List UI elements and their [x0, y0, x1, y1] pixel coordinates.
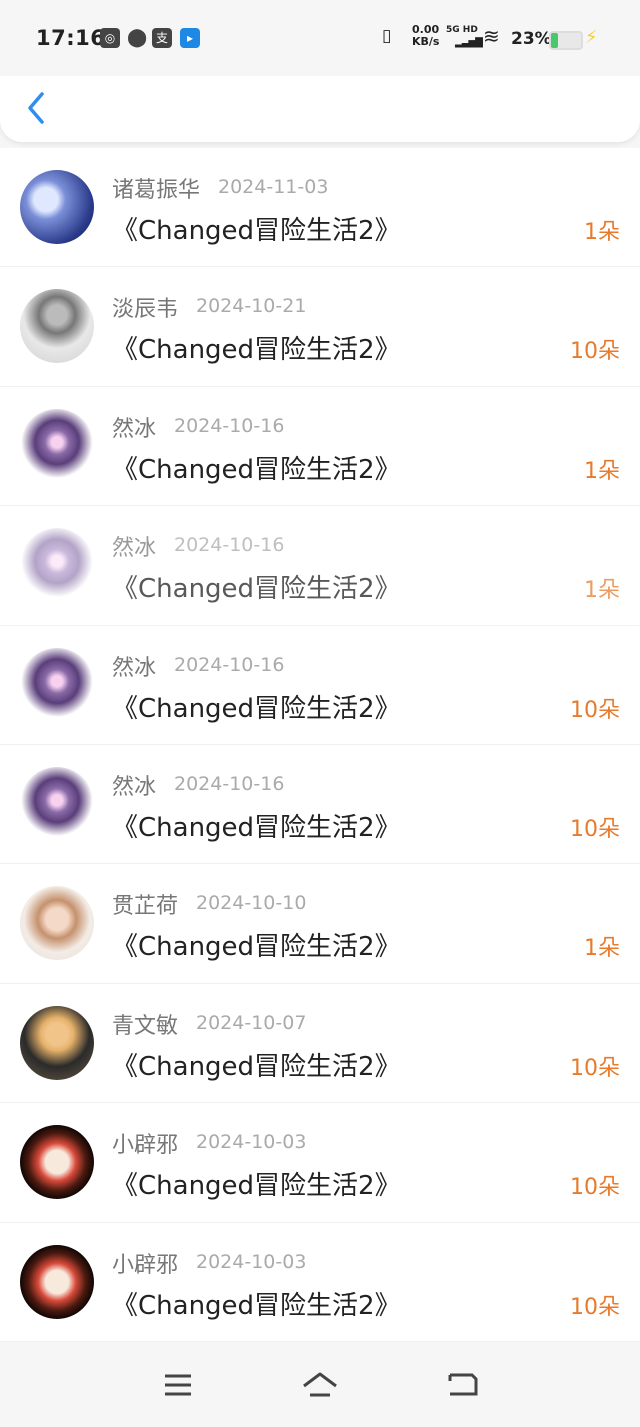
list-item[interactable]: 然冰 2024-10-16 《Changed冒险生活2》 1朵 [0, 506, 640, 626]
list-item[interactable]: 青文敏 2024-10-07 《Changed冒险生活2》 10朵 [0, 984, 640, 1104]
avatar[interactable] [20, 170, 94, 244]
gift-amount: 1朵 [584, 458, 620, 484]
user-name: 小辟邪 [112, 1133, 179, 1159]
home-icon [303, 1372, 337, 1397]
gift-amount: 1朵 [584, 578, 620, 604]
gift-date: 2024-10-03 [196, 1250, 307, 1273]
gift-amount: 10朵 [570, 816, 620, 842]
gift-amount: 10朵 [570, 339, 620, 365]
gift-date: 2024-10-03 [196, 1131, 307, 1154]
book-title: 《Changed冒险生活2》 [112, 693, 401, 724]
list-item[interactable]: 然冰 2024-10-16 《Changed冒险生活2》 10朵 [0, 626, 640, 745]
book-title: 《Changed冒险生活2》 [112, 216, 401, 246]
gift-amount: 1朵 [584, 220, 620, 245]
user-name: 诸葛振华 [112, 178, 201, 203]
list-item[interactable]: 然冰 2024-10-16 《Changed冒险生活2》 10朵 [0, 745, 640, 865]
list-item[interactable]: 淡辰韦 2024-10-21 《Changed冒险生活2》 10朵 [0, 267, 640, 387]
book-title: 《Changed冒险生活2》 [112, 1290, 401, 1321]
back-button[interactable] [22, 88, 50, 128]
book-title: 《Changed冒险生活2》 [112, 1171, 401, 1202]
list-item[interactable]: 小辟邪 2024-10-03 《Changed冒险生活2》 10朵 [0, 1223, 640, 1342]
gift-date: 2024-10-07 [196, 1011, 307, 1034]
avatar[interactable] [20, 289, 94, 364]
gift-date: 2024-10-21 [196, 295, 307, 318]
user-name: 淡辰韦 [112, 297, 179, 323]
book-title: 《Changed冒险生活2》 [112, 812, 401, 843]
vibrate-icon: ▯ [382, 26, 392, 46]
navigation-bar [0, 1342, 640, 1427]
alipay-icon: 支 [152, 28, 172, 48]
user-name: 然冰 [112, 536, 157, 562]
book-title: 《Changed冒险生活2》 [112, 454, 401, 485]
gift-date: 2024-11-03 [218, 176, 329, 198]
gift-date: 2024-10-16 [174, 653, 285, 676]
gift-amount: 10朵 [570, 1055, 620, 1081]
battery-fill [551, 33, 558, 48]
gift-date: 2024-10-10 [196, 892, 307, 915]
avatar[interactable] [20, 647, 94, 722]
return-icon [448, 1373, 478, 1396]
gift-date: 2024-10-16 [174, 534, 285, 557]
book-title: 《Changed冒险生活2》 [112, 932, 401, 963]
book-title: 《Changed冒险生活2》 [112, 574, 401, 605]
gift-amount: 1朵 [584, 936, 620, 962]
app-notification-icon: ◎ [100, 28, 120, 48]
list-item[interactable]: 然冰 2024-10-16 《Changed冒险生活2》 1朵 [0, 387, 640, 507]
book-title: 《Changed冒险生活2》 [112, 335, 401, 366]
list-item[interactable]: 诸葛振华 2024-11-03 《Changed冒险生活2》 1朵 [0, 148, 640, 268]
avatar[interactable] [20, 1125, 94, 1200]
battery-percent: 23% [511, 29, 552, 49]
menu-button[interactable] [158, 1370, 198, 1400]
gift-date: 2024-10-16 [174, 772, 285, 795]
signal-icon: ▂▃▅▇ [455, 37, 483, 48]
gift-amount: 10朵 [570, 1175, 620, 1201]
user-name: 青文敏 [112, 1013, 179, 1039]
status-time: 17:16 [36, 26, 106, 50]
wifi-icon: ≋ [483, 24, 500, 48]
network-type: 5G HD [446, 25, 478, 35]
chevron-left-icon [28, 92, 44, 124]
network-speed-unit: KB/s [412, 35, 440, 48]
avatar[interactable] [20, 408, 94, 483]
list-item[interactable]: 贯芷荷 2024-10-10 《Changed冒险生活2》 1朵 [0, 864, 640, 984]
user-name: 小辟邪 [112, 1252, 179, 1278]
status-bar: 17:16 ◎ ⬤ 支 ▸ ▯ 0.00 KB/s 5G HD ▂▃▅▇ ≋ 2… [0, 0, 640, 76]
gift-amount: 10朵 [570, 1294, 620, 1320]
avatar[interactable] [20, 766, 94, 841]
avatar[interactable] [20, 1244, 94, 1319]
avatar[interactable] [20, 886, 94, 961]
gift-amount: 10朵 [570, 697, 620, 723]
user-name: 然冰 [112, 774, 157, 800]
battery-icon [549, 31, 583, 50]
menu-icon [165, 1374, 191, 1396]
back-nav-button[interactable] [442, 1370, 482, 1400]
home-button[interactable] [300, 1370, 340, 1400]
user-name: 然冰 [112, 655, 157, 681]
user-name: 然冰 [112, 416, 157, 442]
location-icon: ⬤ [127, 27, 148, 48]
list-item[interactable]: 小辟邪 2024-10-03 《Changed冒险生活2》 10朵 [0, 1103, 640, 1223]
app-icon: ▸ [180, 28, 200, 48]
gift-record-list: 诸葛振华 2024-11-03 《Changed冒险生活2》 1朵 淡辰韦 2024-10… [0, 148, 640, 1342]
charging-icon: ⚡ [585, 27, 598, 48]
user-name: 贯芷荷 [112, 894, 179, 920]
avatar[interactable] [20, 1005, 94, 1080]
gift-date: 2024-10-16 [174, 414, 285, 437]
avatar[interactable] [20, 528, 94, 603]
book-title: 《Changed冒险生活2》 [112, 1051, 401, 1082]
network-speed: 0.00 KB/s [412, 24, 439, 48]
